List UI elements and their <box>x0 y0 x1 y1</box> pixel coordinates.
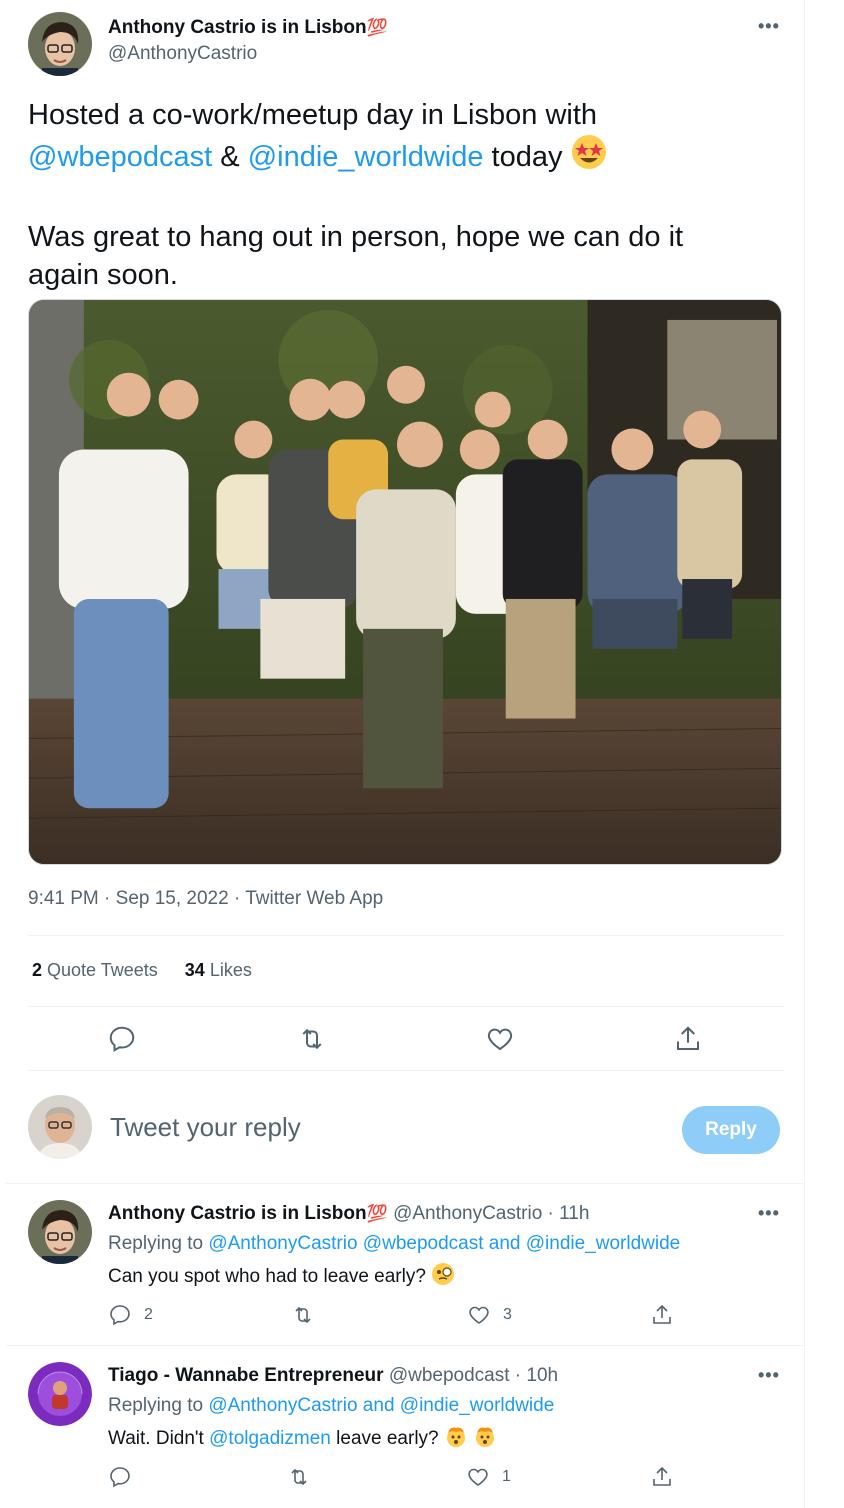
timeline-column: Anthony Castrio is in Lisbon💯 @AnthonyCa… <box>0 0 805 1508</box>
star-struck-emoji-icon <box>571 134 607 180</box>
like-action[interactable]: 3 <box>467 1303 512 1327</box>
exploding-head-emoji-icon <box>473 1424 497 1454</box>
retweet-action[interactable] <box>287 1465 311 1489</box>
share-icon[interactable] <box>673 1024 703 1054</box>
replying-mentions[interactable]: @AnthonyCastrio and @indie_worldwide <box>208 1395 554 1416</box>
more-icon[interactable]: ••• <box>758 16 780 37</box>
ampersand: & <box>212 141 248 173</box>
divider <box>28 935 784 936</box>
replying-to: Replying to @AnthonyCastrio @wbepodcast … <box>108 1233 681 1254</box>
reply-icon <box>110 1467 130 1488</box>
tweet-text: Hosted a co-work/meetup day in Lisbon wi… <box>28 96 788 294</box>
retweet-icon[interactable] <box>297 1024 327 1054</box>
reply-text: Wait. Didn't @tolgadizmen leave early? <box>108 1424 497 1454</box>
tweet-photo[interactable] <box>28 299 782 865</box>
hundred-emoji-icon: 💯 <box>366 18 388 37</box>
tweet-line-4: again soon. <box>28 259 178 291</box>
today-text: today <box>483 141 563 173</box>
replying-to: Replying to @AnthonyCastrio and @indie_w… <box>108 1395 555 1416</box>
author-handle[interactable]: @AnthonyCastrio <box>108 43 257 64</box>
exploding-head-emoji-icon <box>444 1424 468 1454</box>
reply-input[interactable]: Tweet your reply <box>110 1112 650 1143</box>
mention-tolgadizmen[interactable]: @tolgadizmen <box>209 1428 331 1449</box>
reply-avatar[interactable] <box>28 1362 92 1426</box>
reply-meta[interactable]: @AnthonyCastrio · 11h <box>393 1203 589 1224</box>
reply-icon <box>110 1305 130 1326</box>
divider <box>28 1006 784 1007</box>
tweet-timestamp[interactable]: 9:41 PM · Sep 15, 2022 · Twitter Web App <box>28 888 383 910</box>
more-icon[interactable]: ••• <box>758 1365 780 1386</box>
reply-text: Can you spot who had to leave early? <box>108 1262 455 1292</box>
reply-action[interactable] <box>108 1465 132 1489</box>
hundred-emoji-icon: 💯 <box>366 1204 388 1223</box>
like-action[interactable]: 1 <box>466 1465 511 1489</box>
tweet-stats: 2 Quote Tweets 34 Likes <box>32 960 274 981</box>
more-icon[interactable]: ••• <box>758 1203 780 1224</box>
reply-author-name[interactable]: Tiago - Wannabe Entrepreneur <box>108 1365 384 1386</box>
heart-icon <box>468 1468 488 1486</box>
reply-avatar[interactable] <box>28 1200 92 1264</box>
reply-icon[interactable] <box>107 1024 137 1054</box>
reply-button[interactable]: Reply <box>682 1106 780 1154</box>
author-name[interactable]: Anthony Castrio is in Lisbon <box>108 17 367 38</box>
mention-wbepodcast[interactable]: @wbepodcast <box>28 141 212 173</box>
current-user-avatar[interactable] <box>28 1095 92 1159</box>
tweet-line-3: Was great to hang out in person, hope we… <box>28 221 684 253</box>
heart-icon <box>469 1306 489 1324</box>
tweet-line-1: Hosted a co-work/meetup day in Lisbon wi… <box>28 99 598 131</box>
share-icon <box>653 1304 671 1324</box>
share-action[interactable] <box>650 1465 674 1489</box>
tweet-line-2: @wbepodcast & @indie_worldwide today <box>28 134 788 180</box>
divider <box>28 1070 784 1071</box>
divider <box>6 1183 805 1184</box>
retweet-action[interactable] <box>291 1303 315 1327</box>
share-action[interactable] <box>650 1303 674 1327</box>
divider <box>6 1345 805 1346</box>
mention-indie-worldwide[interactable]: @indie_worldwide <box>248 141 484 173</box>
quote-tweets-stat[interactable]: 2 Quote Tweets <box>32 960 158 980</box>
monocle-face-emoji-icon <box>431 1262 455 1292</box>
retweet-icon <box>295 1306 311 1324</box>
reply-header: Anthony Castrio is in Lisbon💯 @AnthonyCa… <box>108 1203 589 1225</box>
reply-author-name[interactable]: Anthony Castrio is in Lisbon <box>108 1203 367 1224</box>
reply-header: Tiago - Wannabe Entrepreneur @wbepodcast… <box>108 1365 558 1387</box>
likes-stat[interactable]: 34 Likes <box>185 960 252 980</box>
author-avatar[interactable] <box>28 12 92 76</box>
share-icon <box>653 1466 671 1486</box>
reply-action[interactable]: 2 <box>108 1303 153 1327</box>
reply-meta[interactable]: @wbepodcast · 10h <box>389 1365 558 1386</box>
replying-mentions[interactable]: @AnthonyCastrio @wbepodcast and @indie_w… <box>208 1233 680 1254</box>
retweet-icon <box>291 1468 307 1486</box>
author-name-line: Anthony Castrio is in Lisbon💯 <box>108 17 388 39</box>
heart-icon[interactable] <box>485 1024 515 1054</box>
author-handle-line: @AnthonyCastrio <box>108 43 257 65</box>
